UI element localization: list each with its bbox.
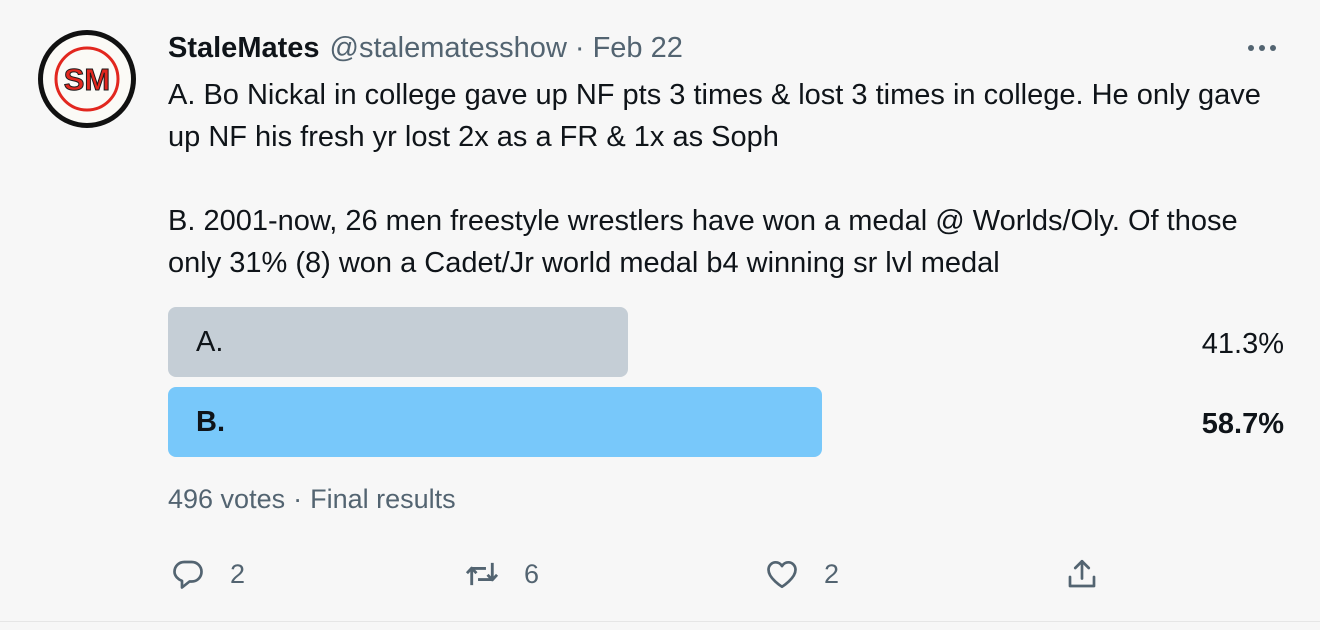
reply-count: 2 — [230, 558, 246, 589]
retweet-count: 6 — [524, 558, 540, 589]
share-button[interactable] — [1062, 552, 1102, 596]
reply-icon — [168, 554, 208, 594]
poll-option-percent: 58.7% — [1201, 408, 1284, 440]
poll-option-label: B. — [196, 406, 225, 438]
poll-votes: 496 votes — [168, 484, 286, 514]
poll-meta: 496 votes · Final results — [168, 484, 456, 515]
avatar[interactable]: SM — [38, 30, 136, 128]
tweet-header: StaleMates @stalematesshow · Feb 22 — [168, 28, 683, 68]
author-display-name[interactable]: StaleMates — [168, 32, 320, 65]
author-handle[interactable]: @stalematesshow — [330, 32, 567, 65]
header-separator: · — [574, 31, 585, 64]
poll-option-b[interactable]: B. 58.7% — [168, 387, 1284, 457]
like-button[interactable]: 2 — [762, 552, 839, 596]
poll-bar-a — [168, 307, 628, 377]
more-options-button[interactable] — [1240, 32, 1284, 64]
tweet-actions: 2 6 2 — [168, 552, 1128, 596]
tweet-paragraph-b: B. 2001-now, 26 men freestyle wrestlers … — [168, 205, 1238, 279]
divider — [0, 621, 1320, 622]
poll-option-a[interactable]: A. 41.3% — [168, 307, 1284, 377]
poll-bar-b — [168, 387, 822, 457]
more-dots-icon — [1248, 45, 1276, 51]
poll-meta-separator: · — [293, 484, 303, 514]
tweet-paragraph-a: A. Bo Nickal in college gave up NF pts 3… — [168, 79, 1261, 153]
poll-option-label: A. — [196, 326, 224, 358]
heart-icon — [762, 554, 802, 594]
poll-option-percent: 41.3% — [1201, 328, 1284, 360]
reply-button[interactable]: 2 — [168, 552, 245, 596]
svg-text:SM: SM — [64, 62, 111, 97]
sm-logo-icon: SM — [54, 46, 120, 112]
retweet-icon — [462, 554, 502, 594]
tweet-text: A. Bo Nickal in college gave up NF pts 3… — [168, 74, 1298, 284]
tweet-date[interactable]: Feb 22 — [593, 32, 683, 65]
tweet: SM StaleMates @stalematesshow · Feb 22 A… — [0, 0, 1320, 630]
poll-status: Final results — [310, 484, 456, 514]
like-count: 2 — [824, 558, 840, 589]
share-icon — [1062, 554, 1102, 594]
retweet-button[interactable]: 6 — [462, 552, 539, 596]
